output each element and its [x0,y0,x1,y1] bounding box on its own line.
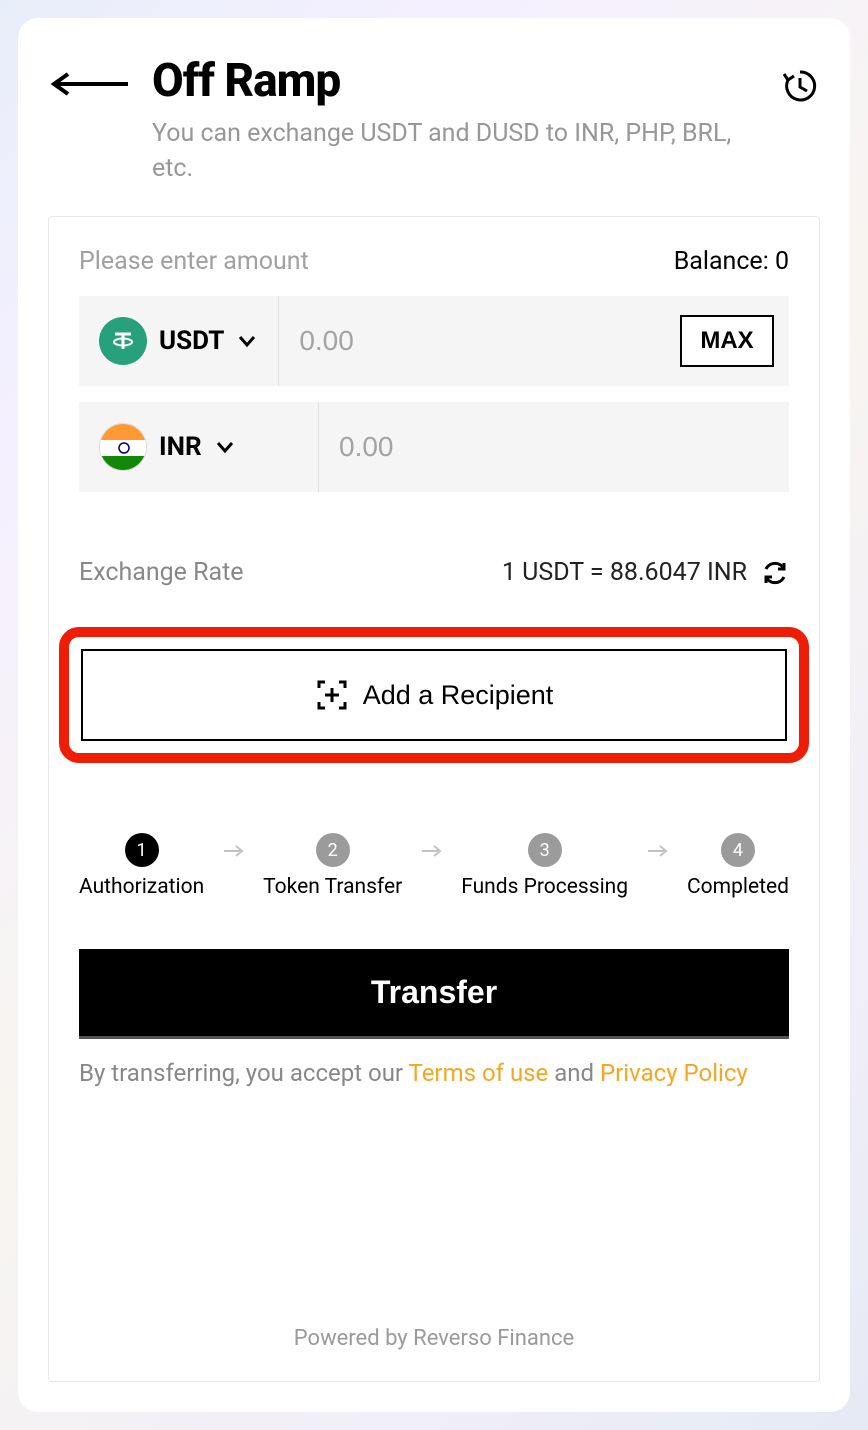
arrow-right-icon [646,843,670,890]
exchange-panel: Please enter amount Balance: 0 USDT MAX [48,216,820,1382]
step-number: 3 [528,833,562,867]
chevron-down-icon [214,436,236,458]
rate-value: 1 USDT = 88.6047 INR [502,558,747,587]
history-button[interactable] [780,66,820,110]
back-button[interactable] [48,72,132,100]
to-currency-code: INR [159,432,202,462]
rate-label: Exchange Rate [79,558,244,587]
step-label: Completed [687,875,789,899]
history-icon [780,66,820,106]
step-authorization: 1 Authorization [79,833,204,899]
step-label: Funds Processing [461,875,628,899]
page-title: Off Ramp [152,54,760,108]
off-ramp-card: Off Ramp You can exchange USDT and DUSD … [18,18,850,1412]
step-funds-processing: 3 Funds Processing [461,833,628,899]
from-currency-code: USDT [159,326,224,356]
arrow-left-icon [48,72,132,96]
to-currency-picker[interactable]: INR [79,402,319,492]
usdt-icon [99,317,147,365]
page-subtitle: You can exchange USDT and DUSD to INR, P… [152,116,760,186]
step-number: 2 [316,833,350,867]
footer-text: Powered by Reverso Finance [79,1266,789,1351]
to-amount-input[interactable] [319,402,789,492]
step-number: 4 [721,833,755,867]
add-recipient-label: Add a Recipient [363,680,554,711]
to-currency-row: INR [79,402,789,492]
step-token-transfer: 2 Token Transfer [263,833,402,899]
header: Off Ramp You can exchange USDT and DUSD … [48,54,820,186]
step-completed: 4 Completed [687,833,789,899]
add-recipient-icon [315,678,349,712]
step-label: Token Transfer [263,875,402,899]
amount-label: Please enter amount [79,247,309,276]
from-currency-row: USDT MAX [79,296,789,386]
chevron-down-icon [236,330,258,352]
arrow-right-icon [222,843,246,890]
transfer-button[interactable]: Transfer [79,949,789,1039]
step-number: 1 [125,833,159,867]
arrow-right-icon [420,843,444,890]
refresh-icon[interactable] [761,559,789,587]
terms-of-use-link[interactable]: Terms of use [409,1059,549,1087]
from-amount-input[interactable] [279,296,680,386]
balance-label: Balance: 0 [674,247,789,276]
add-recipient-button[interactable]: Add a Recipient [81,649,787,741]
inr-flag-icon [99,423,147,471]
legal-text: By transferring, you accept our Terms of… [79,1055,789,1091]
privacy-policy-link[interactable]: Privacy Policy [600,1059,748,1087]
max-button[interactable]: MAX [680,315,773,367]
step-label: Authorization [79,875,204,899]
highlight-annotation: Add a Recipient [59,627,809,763]
exchange-rate-row: Exchange Rate 1 USDT = 88.6047 INR [79,558,789,587]
from-currency-picker[interactable]: USDT [79,296,279,386]
progress-steps: 1 Authorization 2 Token Transfer 3 Funds… [79,833,789,899]
